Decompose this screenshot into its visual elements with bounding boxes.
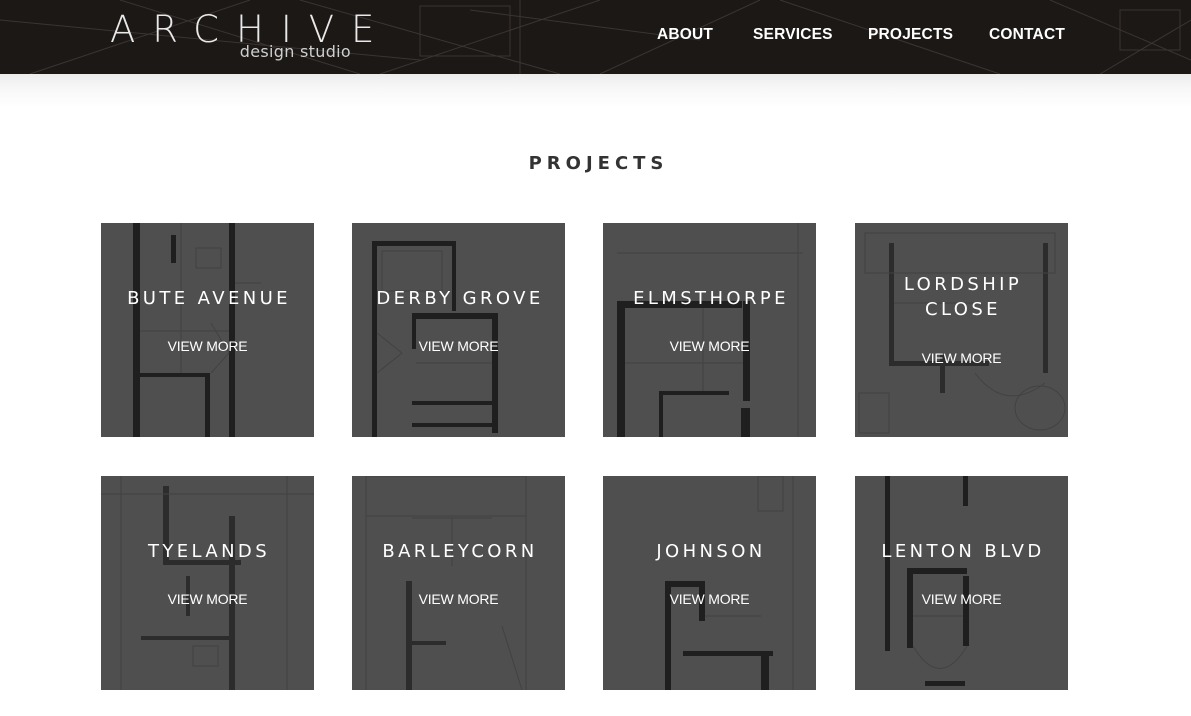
tile-overlay <box>101 476 314 690</box>
header-shadow <box>0 74 1191 108</box>
view-more-link[interactable]: VIEW MORE <box>352 337 565 355</box>
project-title: DERBY GROVE <box>376 288 544 309</box>
tile-overlay <box>855 223 1068 437</box>
project-card-lenton-blvd[interactable]: LENTON BLVD VIEW MORE <box>855 476 1068 690</box>
project-card-bute-avenue[interactable]: BUTE AVENUE VIEW MORE <box>101 223 314 437</box>
project-card-elmsthorpe[interactable]: ELMSTHORPE VIEW MORE <box>603 223 816 437</box>
view-more-link[interactable]: VIEW MORE <box>603 590 816 608</box>
project-title: JOHNSON <box>656 541 766 562</box>
page-title: PROJECTS <box>528 153 669 174</box>
project-title-line2: CLOSE <box>925 299 1001 320</box>
tile-overlay <box>101 223 314 437</box>
tile-overlay <box>352 223 565 437</box>
nav-link-services[interactable]: SERVICES <box>753 25 833 45</box>
view-more-link[interactable]: VIEW MORE <box>352 590 565 608</box>
project-card-johnson[interactable]: JOHNSON VIEW MORE <box>603 476 816 690</box>
view-more-link[interactable]: VIEW MORE <box>855 590 1068 608</box>
project-title: BARLEYCORN <box>382 541 538 562</box>
project-title: LORDSHIP <box>903 274 1023 295</box>
nav-link-about[interactable]: ABOUT <box>657 25 713 45</box>
view-more-link[interactable]: VIEW MORE <box>603 337 816 355</box>
project-card-tyelands[interactable]: TYELANDS VIEW MORE <box>101 476 314 690</box>
project-title: TYELANDS <box>147 541 271 562</box>
tile-overlay <box>855 476 1068 690</box>
tile-overlay <box>603 476 816 690</box>
view-more-link[interactable]: VIEW MORE <box>101 337 314 355</box>
view-more-link[interactable]: VIEW MORE <box>101 590 314 608</box>
nav-link-projects[interactable]: PROJECTS <box>868 25 953 45</box>
main-nav: ABOUT SERVICES PROJECTS CONTACT <box>0 25 1191 49</box>
project-card-lordship-close[interactable]: LORDSHIP CLOSE VIEW MORE <box>855 223 1068 437</box>
tile-overlay <box>352 476 565 690</box>
project-title: BUTE AVENUE <box>127 288 291 309</box>
project-title: ELMSTHORPE <box>633 288 789 309</box>
nav-link-contact[interactable]: CONTACT <box>989 25 1065 45</box>
project-card-derby-grove[interactable]: DERBY GROVE VIEW MORE <box>352 223 565 437</box>
project-card-barleycorn[interactable]: BARLEYCORN VIEW MORE <box>352 476 565 690</box>
tile-overlay <box>603 223 816 437</box>
view-more-link[interactable]: VIEW MORE <box>855 349 1068 367</box>
project-title: LENTON BLVD <box>881 541 1045 562</box>
site-header: ARCHIVE design studio ABOUT SERVICES PRO… <box>0 0 1191 74</box>
